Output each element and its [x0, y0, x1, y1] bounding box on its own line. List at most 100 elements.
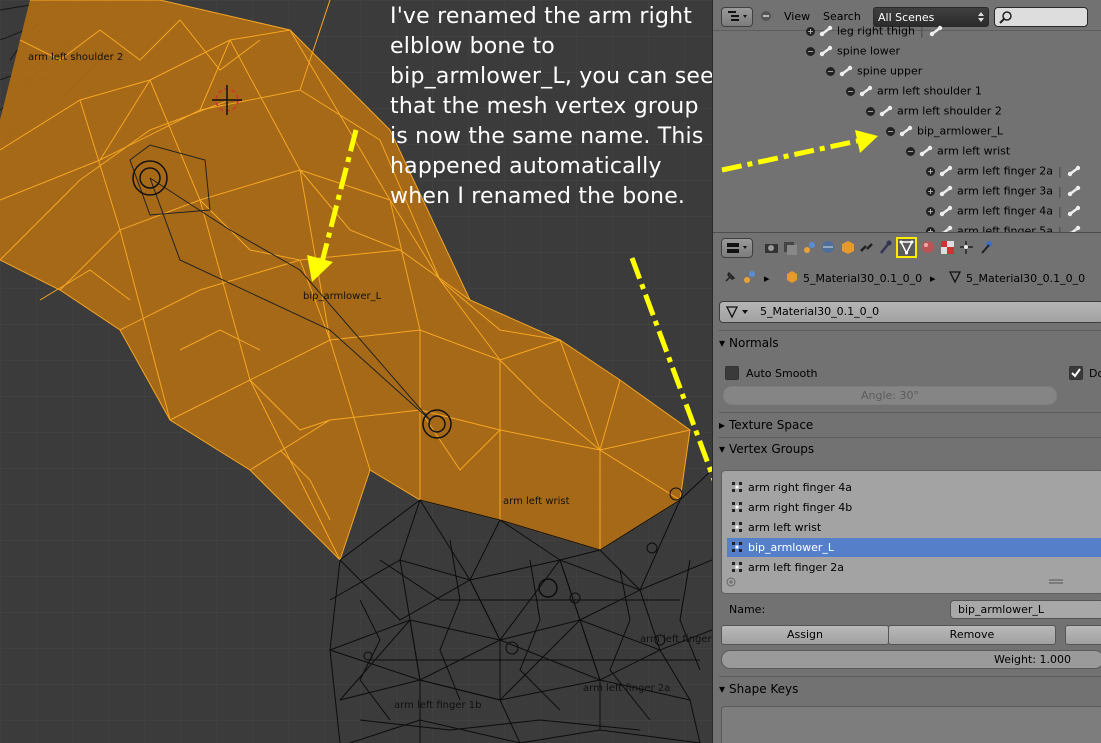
- expanded-triangle-icon: ▾: [719, 336, 726, 350]
- bone-icon: [899, 124, 917, 137]
- world-tab-icon[interactable]: [820, 239, 837, 256]
- outliner-search-input[interactable]: [994, 7, 1088, 27]
- scene-tab-icon[interactable]: [801, 239, 818, 256]
- vertex-group-name-label: Name:: [729, 603, 766, 616]
- pin-icon[interactable]: [723, 270, 737, 284]
- breadcrumb-mesh[interactable]: 5_Material30_0.1_0_0: [966, 272, 1085, 285]
- physics-tab-icon[interactable]: [979, 239, 996, 256]
- outliner-row[interactable]: − arm left wrist: [906, 144, 1010, 164]
- vertex-group-icon: [727, 541, 748, 554]
- outliner[interactable]: View Search All Scenes + leg right thigh |…: [713, 0, 1101, 238]
- angle-slider[interactable]: Angle: 30°: [723, 386, 1057, 405]
- bone-label-armlower: bip_armlower_L: [303, 291, 382, 302]
- normals-title: Normals: [729, 336, 779, 350]
- constraints-tab-icon[interactable]: [858, 239, 875, 256]
- mesh-data-tab-icon[interactable]: [896, 237, 917, 258]
- outliner-row[interactable]: + arm left finger 3a |: [926, 184, 1085, 204]
- outliner-row[interactable]: + arm left finger 4a |: [926, 204, 1085, 224]
- render-tab-icon[interactable]: [763, 239, 780, 256]
- child-bone-icon[interactable]: [1067, 204, 1085, 217]
- outliner-row[interactable]: − spine upper: [826, 64, 922, 84]
- properties-breadcrumb: ▸ 5_Material30_0.1_0_0 ▸ 5_Material30_0.…: [713, 262, 1101, 290]
- shape-keys-list[interactable]: [721, 706, 1101, 743]
- select-button[interactable]: [1065, 625, 1101, 645]
- collapse-icon[interactable]: −: [846, 86, 855, 96]
- panel-divider: [719, 676, 1101, 677]
- outliner-row[interactable]: − arm left shoulder 1: [846, 84, 982, 104]
- vertex-group-item[interactable]: arm left wrist: [727, 518, 1101, 537]
- vertex-group-item[interactable]: bip_armlower_L: [727, 538, 1101, 557]
- weight-slider[interactable]: Weight: 1.000: [721, 650, 1101, 669]
- remove-button[interactable]: Remove: [888, 625, 1056, 645]
- child-bone-icon[interactable]: [1067, 184, 1085, 197]
- row-separator: |: [1058, 184, 1062, 198]
- material-tab-icon[interactable]: [920, 239, 937, 256]
- outliner-row-label: arm left finger 3a: [957, 184, 1054, 198]
- expanded-triangle-icon: ▾: [719, 442, 726, 456]
- vertex-groups-panel-header[interactable]: ▾ Vertex Groups: [719, 442, 1101, 464]
- properties-header: [713, 232, 1101, 261]
- mesh-browse-icon[interactable]: [725, 304, 753, 320]
- bone-label-shoulder: arm left shoulder 2: [28, 52, 124, 63]
- outliner-row[interactable]: + arm left finger 2a |: [926, 164, 1085, 184]
- search-icon: [999, 11, 1012, 24]
- bone-icon: [879, 104, 897, 117]
- outliner-row[interactable]: − spine lower: [806, 44, 900, 64]
- panel-divider: [719, 437, 1101, 438]
- view-menu[interactable]: View: [784, 10, 810, 23]
- modifiers-tab-icon[interactable]: [877, 239, 894, 256]
- collapse-icon[interactable]: −: [806, 46, 815, 56]
- properties-editor-type-button[interactable]: [721, 238, 753, 258]
- render-layers-tab-icon[interactable]: [782, 239, 799, 256]
- bone-icon: [859, 84, 877, 97]
- row-separator: |: [1058, 164, 1062, 178]
- particles-tab-icon[interactable]: [958, 239, 975, 256]
- bone-label-finger-3: arm left finger 3: [640, 634, 712, 645]
- bone-icon: [819, 44, 837, 57]
- list-add-icon[interactable]: [726, 577, 736, 587]
- expand-icon[interactable]: +: [926, 206, 935, 216]
- bone-label-wrist: arm left wrist: [503, 496, 570, 507]
- vertex-group-list[interactable]: arm right finger 4a arm right finger 4b ar…: [721, 470, 1101, 594]
- vertex-group-name-input[interactable]: bip_armlower_L: [950, 600, 1101, 619]
- list-resize-grip-icon[interactable]: [1048, 579, 1064, 585]
- search-menu[interactable]: Search: [823, 10, 861, 23]
- assign-button[interactable]: Assign: [721, 625, 889, 645]
- vertex-group-item[interactable]: arm right finger 4b: [727, 498, 1101, 517]
- collapse-icon[interactable]: −: [866, 106, 875, 116]
- expand-icon[interactable]: +: [806, 26, 815, 36]
- mesh-datablock-field[interactable]: 5_Material30_0.1_0_0: [719, 301, 1101, 323]
- bone-icon: [939, 204, 957, 217]
- expand-icon[interactable]: +: [926, 186, 935, 196]
- collapse-icon[interactable]: −: [906, 146, 915, 156]
- child-bone-icon[interactable]: [929, 24, 947, 37]
- annotation-callout: I've renamed the arm right elblow bone t…: [390, 4, 714, 209]
- texture-tab-icon[interactable]: [939, 239, 956, 256]
- expand-icon[interactable]: +: [926, 166, 935, 176]
- collapse-icon[interactable]: −: [826, 66, 835, 76]
- normals-panel-header[interactable]: ▾ Normals: [719, 336, 1101, 358]
- vertex-group-item[interactable]: arm right finger 4a: [727, 478, 1101, 497]
- outliner-editor-icon: [728, 11, 747, 21]
- bone-label-finger-2a: arm left finger 2a: [583, 683, 671, 694]
- editor-type-button[interactable]: [721, 7, 753, 27]
- outliner-row-label: arm left finger 4a: [957, 204, 1054, 218]
- breadcrumb-object[interactable]: 5_Material30_0.1_0_0: [803, 272, 922, 285]
- object-tab-icon[interactable]: [839, 239, 856, 256]
- scene-filter-value: All Scenes: [878, 11, 935, 24]
- shape-keys-panel-header[interactable]: ▾ Shape Keys: [719, 682, 1101, 704]
- right-panels: View Search All Scenes + leg right thigh |…: [712, 0, 1101, 743]
- outliner-row[interactable]: + leg right thigh |: [806, 24, 947, 44]
- mesh-icon: [948, 271, 962, 284]
- double-sided-checkbox[interactable]: [1069, 366, 1083, 380]
- vertex-group-item[interactable]: arm left finger 2a: [727, 558, 1101, 577]
- auto-smooth-checkbox[interactable]: [725, 366, 739, 380]
- child-bone-icon[interactable]: [1067, 164, 1085, 177]
- outliner-row[interactable]: − bip_armlower_L: [886, 124, 1003, 144]
- panel-divider: [719, 412, 1101, 413]
- dropdown-arrows-icon: [978, 12, 984, 22]
- vertex-group-icon: [727, 521, 748, 534]
- collapse-menu-icon[interactable]: [760, 10, 772, 22]
- texture-space-title: Texture Space: [729, 418, 814, 432]
- bone-icon: [939, 184, 957, 197]
